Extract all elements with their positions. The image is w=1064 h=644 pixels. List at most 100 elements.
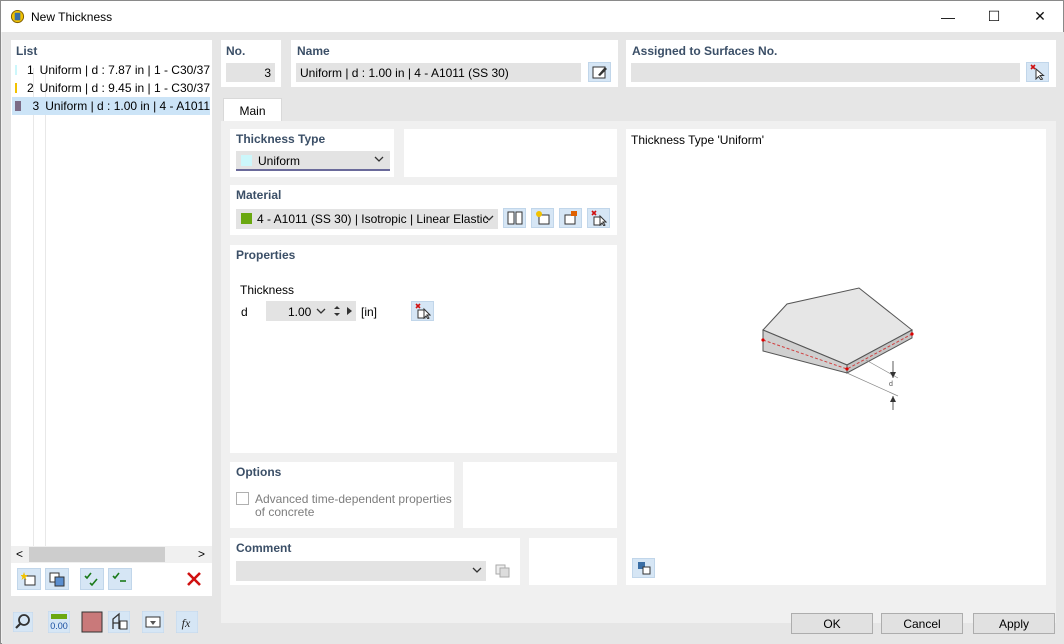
material-panel: Material 4 - A1011 (SS 30) | Isotropic |… xyxy=(230,185,617,235)
help-search-icon xyxy=(13,612,33,632)
scroll-left-icon[interactable]: < xyxy=(16,547,23,561)
list-item-label: Uniform | d : 9.45 in | 1 - C30/37 xyxy=(39,81,210,95)
select-thickness-button[interactable] xyxy=(411,301,434,321)
check-all-button[interactable] xyxy=(80,568,104,590)
list-item-number: 3 xyxy=(32,99,40,113)
advanced-properties-checkbox[interactable] xyxy=(236,492,249,505)
color-swatch-icon xyxy=(81,611,103,633)
list-item[interactable]: 1 Uniform | d : 7.87 in | 1 - C30/37 xyxy=(12,61,210,79)
thickness-type-dropdown[interactable]: Uniform xyxy=(236,151,390,171)
options-extra-panel xyxy=(463,462,617,528)
preview-options-button[interactable] xyxy=(632,558,655,578)
material-header: Material xyxy=(236,188,282,202)
delete-button[interactable] xyxy=(183,569,205,589)
copy-item-button[interactable] xyxy=(45,568,69,590)
list-header: List xyxy=(16,44,38,58)
scroll-right-icon[interactable]: > xyxy=(198,547,205,561)
maximize-icon: ☐ xyxy=(987,8,1001,24)
thickness-symbol: d xyxy=(241,305,248,319)
thickness-value[interactable]: 1.00 xyxy=(288,305,311,319)
chevron-down-icon xyxy=(472,567,482,573)
list-item-swatch xyxy=(15,83,17,93)
name-field[interactable]: Uniform | d : 1.00 in | 4 - A1011 (SS 30… xyxy=(296,63,581,82)
cancel-label: Cancel xyxy=(903,616,941,631)
library-book-icon xyxy=(507,211,522,225)
thickness-preview-drawing xyxy=(761,287,914,410)
list-panel: List 1 Uniform | d : 7.87 in | 1 - C30/3… xyxy=(11,40,212,596)
thickness-unit: [in] xyxy=(361,305,378,319)
material-dropdown[interactable]: 4 - A1011 (SS 30) | Isotropic | Linear E… xyxy=(236,209,498,229)
chevron-down-icon xyxy=(374,156,384,162)
new-item-icon xyxy=(21,572,36,586)
scrollbar-thumb[interactable] xyxy=(29,547,165,562)
units-button[interactable]: 0.00 xyxy=(46,611,72,633)
material-swatch xyxy=(241,213,252,224)
list-tree-line xyxy=(45,68,46,548)
formula-button[interactable]: fx xyxy=(174,611,200,633)
minimize-button[interactable]: — xyxy=(925,1,971,32)
window-title: New Thickness xyxy=(31,10,113,24)
view-button[interactable] xyxy=(140,611,166,633)
thickness-type-value: Uniform xyxy=(258,154,301,168)
edit-material-icon xyxy=(564,211,577,225)
color-button[interactable] xyxy=(79,611,105,633)
spin-updown-icon[interactable] xyxy=(333,304,341,318)
rotate-view-icon xyxy=(637,562,650,575)
advanced-properties-label-line2: of concrete xyxy=(255,505,315,519)
assigned-panel: Assigned to Surfaces No. xyxy=(626,40,1056,87)
name-panel: Name Uniform | d : 1.00 in | 4 - A1011 (… xyxy=(291,40,618,87)
advanced-properties-label-line1: Advanced time-dependent properties xyxy=(255,492,452,506)
structure-button[interactable] xyxy=(106,611,132,633)
close-icon: ✕ xyxy=(1034,8,1046,24)
new-material-icon xyxy=(535,211,549,225)
maximize-button[interactable]: ☐ xyxy=(971,1,1017,32)
select-surfaces-button[interactable] xyxy=(1026,62,1049,82)
select-material-icon xyxy=(590,210,607,226)
thickness-spinbox[interactable]: 1.00 xyxy=(266,301,356,321)
list-item-swatch xyxy=(15,101,21,111)
chevron-down-icon[interactable] xyxy=(316,308,326,315)
comment-dropdown[interactable] xyxy=(236,561,486,581)
number-field[interactable]: 3 xyxy=(226,63,275,82)
structure-icon xyxy=(108,611,130,633)
uncheck-button[interactable] xyxy=(108,568,132,590)
material-value: 4 - A1011 (SS 30) | Isotropic | Linear E… xyxy=(257,212,489,226)
ok-button[interactable]: OK xyxy=(791,613,873,634)
thickness-type-extra-panel xyxy=(404,129,617,177)
list-item[interactable]: 2 Uniform | d : 9.45 in | 1 - C30/37 xyxy=(12,79,210,97)
list-item-selected[interactable]: 3 Uniform | d : 1.00 in | 4 - A1011 xyxy=(12,97,210,115)
new-material-button[interactable] xyxy=(531,208,554,228)
tab-main[interactable]: Main xyxy=(223,98,282,122)
spin-right-icon[interactable] xyxy=(346,306,353,316)
edit-name-button[interactable] xyxy=(588,62,611,82)
thickness-type-panel: Thickness Type Uniform xyxy=(230,129,394,177)
comment-copy-button[interactable] xyxy=(492,561,513,581)
material-library-button[interactable] xyxy=(503,208,526,228)
select-cursor-icon xyxy=(1029,64,1045,80)
help-button[interactable] xyxy=(10,611,36,633)
horizontal-scrollbar[interactable]: < > xyxy=(11,546,212,563)
thickness-label: Thickness xyxy=(240,283,295,297)
advanced-properties-label: Advanced time-dependent properties of co… xyxy=(255,493,452,519)
comment-extra-panel xyxy=(529,538,617,585)
app-icon xyxy=(10,9,25,24)
edit-material-button[interactable] xyxy=(559,208,582,228)
close-window-button[interactable]: ✕ xyxy=(1017,1,1063,32)
copy-icon xyxy=(495,564,509,578)
minimize-icon: — xyxy=(941,8,955,25)
assigned-surfaces-field[interactable] xyxy=(631,63,1020,82)
list-item-label: Uniform | d : 1.00 in | 4 - A1011 xyxy=(45,99,210,113)
ok-label: OK xyxy=(823,616,841,631)
list-tree-line xyxy=(33,68,34,548)
select-icon xyxy=(414,303,431,319)
apply-button[interactable]: Apply xyxy=(973,613,1055,634)
chevron-down-icon xyxy=(484,215,494,221)
view-display-icon xyxy=(142,611,164,633)
properties-panel: Properties Thickness d 1.00 [in] xyxy=(230,245,617,453)
new-item-button[interactable] xyxy=(17,568,41,590)
dialog-window: New Thickness — ☐ ✕ List 1 Uniform | d :… xyxy=(0,0,1064,644)
dimension-label: d xyxy=(889,381,893,388)
select-material-button[interactable] xyxy=(587,208,610,228)
preview-panel: Thickness Type 'Uniform' d xyxy=(626,129,1046,585)
cancel-button[interactable]: Cancel xyxy=(881,613,963,634)
